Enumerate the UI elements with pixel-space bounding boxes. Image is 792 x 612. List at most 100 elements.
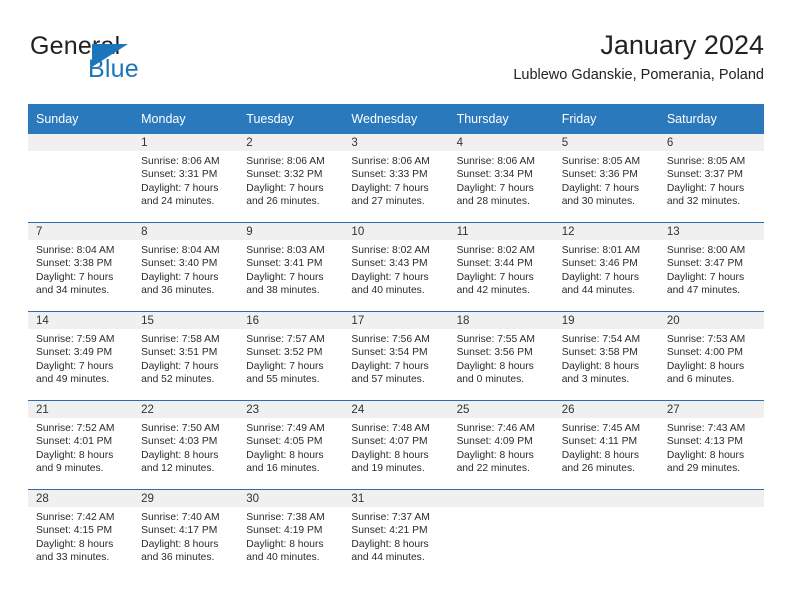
calendar-day-cell[interactable]: 18 Sunrise: 7:55 AM Sunset: 3:56 PM Dayligh… (448, 311, 554, 401)
calendar-day-cell[interactable]: 21 Sunrise: 7:52 AM Sunset: 4:01 PM Dayligh… (28, 400, 134, 490)
calendar-day-cell[interactable]: 10 Sunrise: 8:02 AM Sunset: 3:43 PM Dayligh… (343, 222, 449, 312)
calendar-day-cell[interactable]: 1 Sunrise: 8:06 AM Sunset: 3:31 PM Daylight… (133, 134, 239, 223)
day-number: 11 (448, 223, 554, 240)
sunrise-text: Sunrise: 7:52 AM (36, 423, 115, 434)
daylight-text-line2: and 57 minutes. (351, 374, 425, 386)
daylight-text-line1: Daylight: 8 hours (36, 538, 114, 550)
daylight-text-line2: and 40 minutes. (351, 285, 425, 297)
daylight-text-line1: Daylight: 7 hours (456, 271, 534, 283)
day-number: 9 (238, 223, 344, 240)
day-sun-info (449, 507, 554, 511)
daylight-text-line2: and 6 minutes. (666, 374, 735, 386)
day-sun-info: Sunrise: 7:49 AM Sunset: 4:05 PM Daylight:… (238, 418, 343, 476)
sunrise-text: Sunrise: 7:43 AM (666, 423, 746, 434)
logo-text-blue: Blue (88, 55, 139, 83)
calendar-day-cell[interactable]: 27 Sunrise: 7:43 AM Sunset: 4:13 PM Dayligh… (658, 400, 764, 490)
daylight-text-line2: and 49 minutes. (36, 374, 110, 386)
sunrise-text: Sunrise: 7:42 AM (36, 512, 115, 523)
day-cell-inner: 20 Sunrise: 7:53 AM Sunset: 4:00 PM Dayligh… (658, 312, 764, 400)
day-cell-inner: 10 Sunrise: 8:02 AM Sunset: 3:43 PM Dayligh… (343, 223, 449, 311)
daylight-text-line1: Daylight: 7 hours (561, 182, 639, 194)
sunrise-text: Sunrise: 8:06 AM (456, 156, 535, 167)
daylight-text-line1: Daylight: 8 hours (351, 538, 429, 550)
day-sun-info: Sunrise: 7:56 AM Sunset: 3:54 PM Daylight:… (343, 329, 448, 387)
daylight-text-line2: and 38 minutes. (246, 285, 320, 297)
sunset-text: Sunset: 4:01 PM (36, 436, 113, 448)
sunset-text: Sunset: 3:31 PM (141, 169, 218, 181)
sunrise-text: Sunrise: 7:53 AM (666, 334, 746, 345)
day-number: 31 (343, 490, 449, 507)
calendar-day-cell[interactable]: 9 Sunrise: 8:03 AM Sunset: 3:41 PM Daylight… (238, 222, 344, 312)
calendar-day-cell[interactable]: 12 Sunrise: 8:01 AM Sunset: 3:46 PM Dayligh… (553, 222, 659, 312)
daylight-text-line2: and 55 minutes. (246, 374, 320, 386)
sunset-text: Sunset: 4:05 PM (246, 436, 323, 448)
day-number: 22 (133, 401, 239, 418)
sunrise-text: Sunrise: 7:56 AM (351, 334, 430, 345)
calendar-day-cell[interactable]: 15 Sunrise: 7:58 AM Sunset: 3:51 PM Dayligh… (133, 311, 239, 401)
sunset-text: Sunset: 3:38 PM (36, 258, 113, 270)
calendar-day-cell[interactable]: 24 Sunrise: 7:48 AM Sunset: 4:07 PM Dayligh… (343, 400, 449, 490)
page-title: January 2024 (600, 30, 764, 60)
calendar-day-cell[interactable]: 31 Sunrise: 7:37 AM Sunset: 4:21 PM Dayligh… (343, 489, 449, 578)
calendar-day-cell[interactable]: 17 Sunrise: 7:56 AM Sunset: 3:54 PM Dayligh… (343, 311, 449, 401)
calendar-empty-cell (448, 489, 554, 578)
title-block: January 2024 Lublewo Gdanskie, Pomerania… (513, 28, 764, 86)
sunrise-text: Sunrise: 8:04 AM (36, 245, 115, 256)
daylight-text-line2: and 19 minutes. (351, 463, 425, 475)
calendar-day-cell[interactable]: 20 Sunrise: 7:53 AM Sunset: 4:00 PM Dayligh… (658, 311, 764, 401)
calendar-day-cell[interactable]: 4 Sunrise: 8:06 AM Sunset: 3:34 PM Daylight… (448, 134, 554, 223)
sunset-text: Sunset: 4:17 PM (141, 525, 218, 537)
sunrise-text: Sunrise: 8:03 AM (246, 245, 325, 256)
calendar-day-cell[interactable]: 28 Sunrise: 7:42 AM Sunset: 4:15 PM Dayligh… (28, 489, 134, 578)
calendar-day-cell[interactable]: 11 Sunrise: 8:02 AM Sunset: 3:44 PM Dayligh… (448, 222, 554, 312)
calendar-day-cell[interactable]: 22 Sunrise: 7:50 AM Sunset: 4:03 PM Dayligh… (133, 400, 239, 490)
day-number: 12 (553, 223, 659, 240)
calendar-day-cell[interactable]: 13 Sunrise: 8:00 AM Sunset: 3:47 PM Dayligh… (658, 222, 764, 312)
daylight-text-line1: Daylight: 7 hours (456, 182, 534, 194)
calendar-day-cell[interactable]: 2 Sunrise: 8:06 AM Sunset: 3:32 PM Daylight… (238, 134, 344, 223)
weekday-header-friday: Friday (553, 104, 659, 134)
daylight-text-line1: Daylight: 7 hours (36, 271, 114, 283)
sunset-text: Sunset: 3:47 PM (666, 258, 743, 270)
day-cell-inner (553, 490, 659, 578)
day-cell-inner: 13 Sunrise: 8:00 AM Sunset: 3:47 PM Dayligh… (658, 223, 764, 311)
sunrise-text: Sunrise: 7:57 AM (246, 334, 325, 345)
calendar-day-cell[interactable]: 26 Sunrise: 7:45 AM Sunset: 4:11 PM Dayligh… (553, 400, 659, 490)
day-number: 1 (133, 134, 239, 151)
day-sun-info: Sunrise: 8:04 AM Sunset: 3:40 PM Daylight:… (133, 240, 238, 298)
day-cell-inner (658, 490, 764, 578)
day-number: 20 (658, 312, 764, 329)
daylight-text-line2: and 26 minutes. (246, 196, 320, 208)
calendar-day-cell[interactable]: 23 Sunrise: 7:49 AM Sunset: 4:05 PM Dayligh… (238, 400, 344, 490)
calendar-day-cell[interactable]: 29 Sunrise: 7:40 AM Sunset: 4:17 PM Dayligh… (133, 489, 239, 578)
daylight-text-line1: Daylight: 7 hours (141, 360, 219, 372)
day-cell-inner: 23 Sunrise: 7:49 AM Sunset: 4:05 PM Dayligh… (238, 401, 344, 489)
calendar-day-cell[interactable]: 14 Sunrise: 7:59 AM Sunset: 3:49 PM Dayligh… (28, 311, 134, 401)
day-cell-inner: 26 Sunrise: 7:45 AM Sunset: 4:11 PM Dayligh… (553, 401, 659, 489)
sunrise-text: Sunrise: 8:02 AM (351, 245, 430, 256)
calendar-day-cell[interactable]: 25 Sunrise: 7:46 AM Sunset: 4:09 PM Dayligh… (448, 400, 554, 490)
calendar-day-cell[interactable]: 5 Sunrise: 8:05 AM Sunset: 3:36 PM Daylight… (553, 134, 659, 223)
calendar-day-cell[interactable]: 30 Sunrise: 7:38 AM Sunset: 4:19 PM Dayligh… (238, 489, 344, 578)
day-cell-inner: 18 Sunrise: 7:55 AM Sunset: 3:56 PM Dayligh… (448, 312, 554, 400)
calendar-day-cell[interactable]: 8 Sunrise: 8:04 AM Sunset: 3:40 PM Daylight… (133, 222, 239, 312)
day-number: 28 (28, 490, 134, 507)
calendar-day-cell[interactable]: 3 Sunrise: 8:06 AM Sunset: 3:33 PM Daylight… (343, 134, 449, 223)
day-sun-info: Sunrise: 7:58 AM Sunset: 3:51 PM Daylight:… (133, 329, 238, 387)
calendar-day-cell[interactable]: 16 Sunrise: 7:57 AM Sunset: 3:52 PM Dayligh… (238, 311, 344, 401)
day-sun-info: Sunrise: 7:50 AM Sunset: 4:03 PM Daylight:… (133, 418, 238, 476)
calendar-day-cell[interactable]: 7 Sunrise: 8:04 AM Sunset: 3:38 PM Daylight… (28, 222, 134, 312)
daylight-text-line1: Daylight: 7 hours (246, 182, 324, 194)
weekday-header-saturday: Saturday (658, 104, 764, 134)
calendar-day-cell[interactable]: 19 Sunrise: 7:54 AM Sunset: 3:58 PM Dayligh… (553, 311, 659, 401)
calendar-day-cell[interactable]: 6 Sunrise: 8:05 AM Sunset: 3:37 PM Daylight… (658, 134, 764, 223)
calendar-grid-wrapper: Sunday Monday Tuesday Wednesday Thursday… (28, 104, 764, 578)
day-number: 19 (553, 312, 659, 329)
day-sun-info: Sunrise: 8:02 AM Sunset: 3:44 PM Daylight:… (449, 240, 554, 298)
day-sun-info: Sunrise: 7:52 AM Sunset: 4:01 PM Daylight:… (28, 418, 133, 476)
day-sun-info: Sunrise: 7:46 AM Sunset: 4:09 PM Daylight:… (449, 418, 554, 476)
day-number (28, 134, 134, 151)
sunrise-text: Sunrise: 8:01 AM (561, 245, 641, 256)
calendar-body: 1 Sunrise: 8:06 AM Sunset: 3:31 PM Daylight… (28, 134, 764, 578)
weekday-header-tuesday: Tuesday (238, 104, 344, 134)
